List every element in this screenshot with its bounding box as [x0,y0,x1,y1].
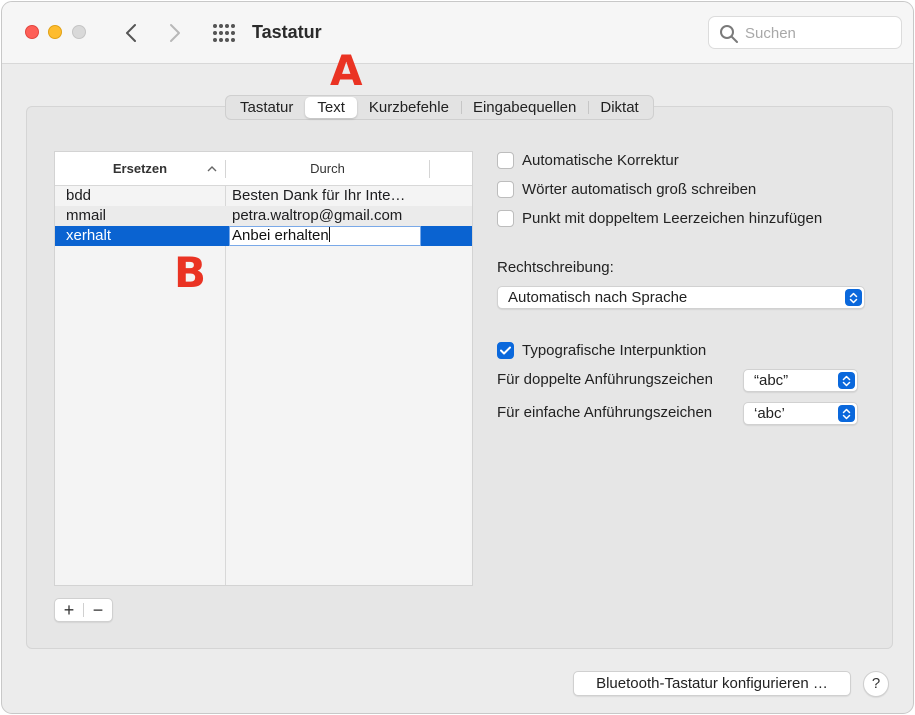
titlebar: Tastatur [2,2,913,64]
preferences-window: Tastatur Tastatur Text Kurzbefehle Einga… [1,1,914,714]
spelling-value: Automatisch nach Sprache [508,289,688,306]
smart-punctuation-option[interactable]: Typografische Interpunktion [497,340,706,360]
tab-eingabequellen[interactable]: Eingabequellen [460,97,588,118]
close-window-button[interactable] [25,25,39,39]
header-divider [429,160,430,178]
auto-correct-option[interactable]: Automatische Korrektur [497,150,679,170]
table-row-selected[interactable]: xerhalt Anbei erhalten [55,226,472,246]
spelling-label: Rechtschreibung: [497,259,614,276]
checkmark-icon [500,346,511,354]
text-caret [328,227,330,242]
with-cell: Besten Dank für Ihr Inte… [232,187,406,204]
tab-tastatur[interactable]: Tastatur [228,97,305,118]
auto-correct-checkbox[interactable] [497,151,514,169]
with-cell: petra.waltrop@gmail.com [232,207,403,224]
search-icon [720,25,738,43]
annotation-a: A [330,46,363,95]
replace-cell: xerhalt [66,227,112,244]
back-chevron-icon[interactable] [119,20,143,46]
double-quotes-popup[interactable]: “abc” [743,369,858,392]
sort-up-icon [207,166,217,172]
auto-capitalize-option[interactable]: Wörter automatisch groß schreiben [497,179,756,199]
with-cell-edit-field[interactable]: Anbei erhalten [229,226,421,246]
search-input[interactable] [745,22,895,44]
tab-bar: Tastatur Text Kurzbefehle Eingabequellen… [225,95,654,120]
help-button[interactable]: ? [863,671,889,697]
tab-text[interactable]: Text [305,97,357,118]
add-remove-control: + − [54,598,113,622]
replace-cell: bdd [66,187,92,204]
double-space-period-option[interactable]: Punkt mit doppeltem Leerzeichen hinzufüg… [497,208,822,228]
window-title: Tastatur [252,22,322,42]
stepper-icon [838,405,855,422]
tab-diktat[interactable]: Diktat [588,97,650,118]
forward-chevron-icon[interactable] [163,20,187,46]
stepper-icon [845,289,862,306]
stepper-icon [838,372,855,389]
double-quotes-value: “abc” [754,372,789,389]
double-space-period-checkbox[interactable] [497,209,514,227]
single-quotes-popup[interactable]: ‘abc’ [743,402,858,425]
remove-entry-button[interactable]: − [84,599,112,621]
smart-punctuation-label: Typografische Interpunktion [522,341,707,359]
add-entry-button[interactable]: + [55,599,83,621]
zoom-window-button[interactable] [72,25,86,39]
single-quotes-label: Für einfache Anführungszeichen [497,404,713,421]
spelling-popup[interactable]: Automatisch nach Sprache [497,286,865,309]
minimize-window-button[interactable] [48,25,62,39]
table-row[interactable]: bdd Besten Dank für Ihr Inte… [55,186,472,206]
column-header-durch[interactable]: Durch [226,152,429,185]
table-header: Ersetzen Durch [55,152,472,186]
double-space-period-label: Punkt mit doppeltem Leerzeichen hinzufüg… [522,209,823,227]
double-quotes-label: Für doppelte Anführungszeichen [497,371,713,388]
auto-capitalize-checkbox[interactable] [497,180,514,198]
table-row[interactable]: mmail petra.waltrop@gmail.com [55,206,472,226]
auto-capitalize-label: Wörter automatisch groß schreiben [522,180,757,198]
column-header-ersetzen[interactable]: Ersetzen [55,152,225,185]
auto-correct-label: Automatische Korrektur [522,151,679,169]
smart-punctuation-checkbox[interactable] [497,341,514,359]
replace-cell: mmail [66,207,106,224]
tab-kurzbefehle[interactable]: Kurzbefehle [357,97,461,118]
annotation-b: B [174,248,207,297]
bluetooth-keyboard-setup-button[interactable]: Bluetooth-Tastatur konfigurieren … [573,671,851,696]
edit-text: Anbei erhalten [232,227,329,244]
text-replacement-table[interactable]: Ersetzen Durch bdd Besten Dank für Ihr I… [54,151,473,586]
single-quotes-value: ‘abc’ [754,405,785,422]
grid-icon[interactable] [211,22,237,44]
search-field[interactable] [708,16,902,49]
